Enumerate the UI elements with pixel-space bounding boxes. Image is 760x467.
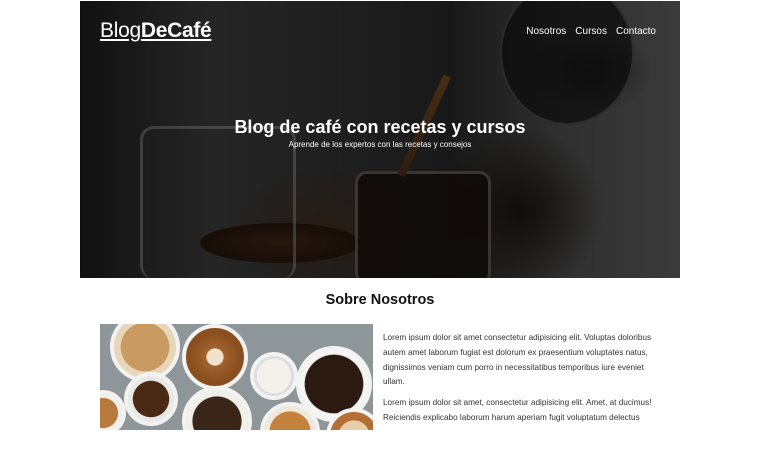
about-paragraph: Lorem ipsum dolor sit amet consectetur a… — [383, 333, 652, 387]
coffee-cups-photo — [100, 324, 373, 430]
logo-light-text: Blog — [100, 19, 141, 42]
hero-title: Blog de café con recetas y cursos — [234, 117, 526, 137]
site-logo[interactable]: BlogDeCafé — [100, 19, 212, 43]
hero-subtitle: Aprende de los expertos con las recetas … — [288, 140, 472, 149]
latte-art-cup-image — [182, 324, 248, 390]
hero-banner: BlogDeCafé Nosotros Cursos Contacto Blog… — [80, 1, 680, 278]
cup-image — [100, 390, 126, 430]
cup-image — [182, 386, 252, 430]
about-paragraph: Lorem ipsum dolor sit amet, consectetur … — [383, 398, 652, 422]
cup-image — [250, 352, 298, 400]
nav-nosotros[interactable]: Nosotros — [526, 26, 566, 37]
section-title: Sobre Nosotros — [325, 292, 435, 308]
nav-cursos[interactable]: Cursos — [575, 26, 607, 37]
nav-contacto[interactable]: Contacto — [616, 26, 656, 37]
about-text: Lorem ipsum dolor sit amet consectetur a… — [383, 331, 653, 432]
main-nav: Nosotros Cursos Contacto — [526, 26, 656, 37]
cup-image — [124, 372, 178, 426]
logo-bold-text: DeCafé — [140, 19, 212, 42]
